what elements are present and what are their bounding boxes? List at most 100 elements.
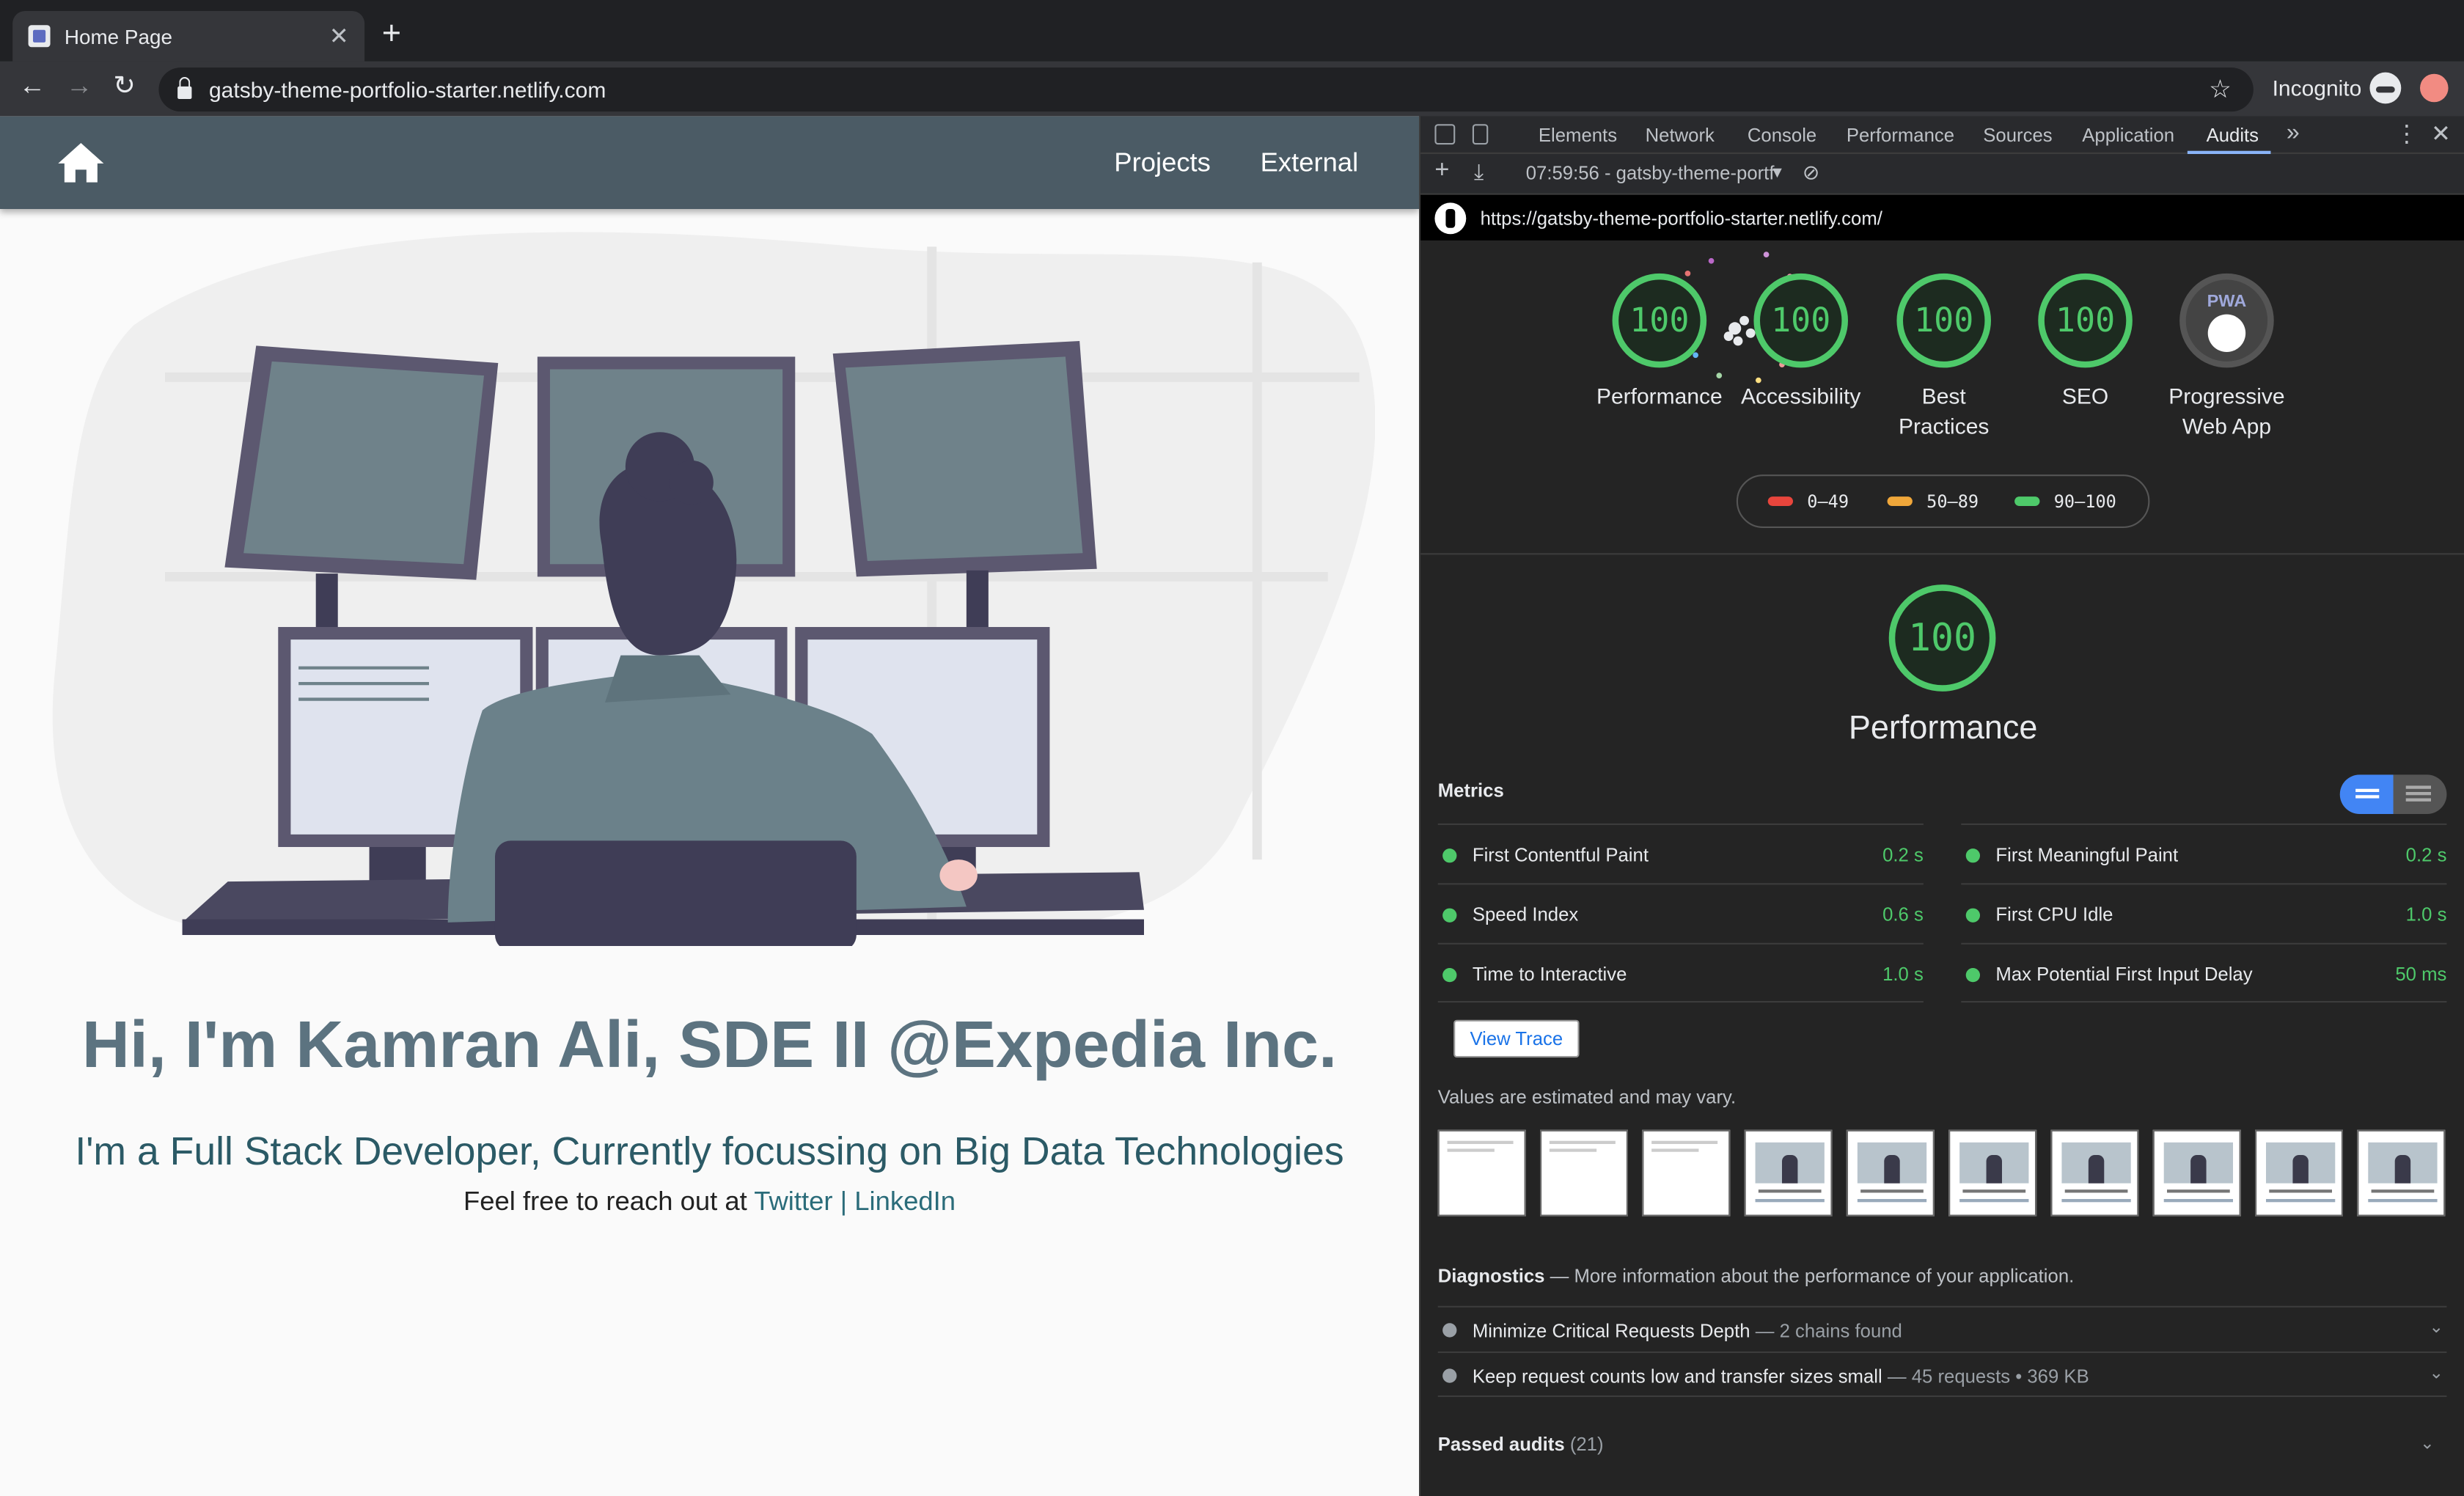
filmstrip-frame	[1540, 1129, 1628, 1217]
tab-elements[interactable]: Elements	[1539, 124, 1617, 146]
legend-fail: 0–49	[1767, 492, 1849, 513]
chevron-down-icon[interactable]: ⌄	[2420, 1433, 2435, 1453]
gauge-pwa-badge: PWA	[2179, 273, 2274, 368]
twitter-link[interactable]: Twitter	[754, 1187, 832, 1217]
more-tabs-icon[interactable]: »	[2287, 120, 2300, 146]
gauge-best-practices-score: 100	[1896, 273, 1991, 368]
metric-row[interactable]: Time to Interactive 1.0 s	[1437, 942, 1924, 1003]
metric-row[interactable]: Speed Index 0.6 s	[1437, 883, 1924, 942]
gauge-seo-label: SEO	[2061, 383, 2109, 409]
diagnostic-text: Keep request counts low and transfer siz…	[1473, 1365, 2089, 1387]
metric-row[interactable]: Max Potential First Input Delay 50 ms	[1961, 942, 2447, 1003]
incognito-label: Incognito	[2272, 75, 2362, 101]
metric-row[interactable]: First CPU Idle 1.0 s	[1961, 883, 2447, 942]
browser-toolbar: ← → ↻ gatsby-theme-portfolio-starter.net…	[0, 61, 2464, 117]
site-header: Projects External	[0, 116, 1419, 209]
tab-console[interactable]: Console	[1748, 124, 1816, 146]
category-score-gauge: 100	[1888, 584, 1996, 692]
diagnostic-summary: — 2 chains found	[1750, 1320, 1902, 1342]
diagnostics-heading: Diagnostics — More information about the…	[1438, 1265, 2075, 1287]
info-dot-icon	[1442, 1323, 1457, 1338]
tab-performance[interactable]: Performance	[1847, 124, 1954, 146]
dropdown-caret-icon[interactable]: ▼	[1770, 165, 1785, 183]
reload-icon[interactable]: ↻	[113, 70, 136, 102]
passed-audits-toggle[interactable]: Passed audits (21)	[1438, 1433, 1604, 1455]
score-legend: 0–49 50–89 90–100	[1736, 474, 2150, 528]
close-devtools-icon[interactable]: ✕	[2431, 120, 2451, 147]
nav-projects-link[interactable]: Projects	[1114, 147, 1211, 179]
browser-tab[interactable]: Home Page ✕	[12, 11, 365, 62]
tab-sources[interactable]: Sources	[1983, 124, 2052, 146]
hero-illustration	[52, 232, 1376, 946]
legend-average-swatch	[1887, 496, 1913, 506]
diagnostics-description: — More information about the performance…	[1544, 1265, 2075, 1287]
device-toolbar-icon[interactable]	[1472, 124, 1489, 145]
gauge-accessibility[interactable]: 100 Accessibility	[1730, 273, 1871, 412]
address-url[interactable]: gatsby-theme-portfolio-starter.netlify.c…	[209, 77, 606, 102]
gauge-best-practices-label: Best Practices	[1899, 383, 1990, 439]
gauge-performance[interactable]: 100 Performance	[1588, 273, 1730, 412]
diagnostic-name: Minimize Critical Requests Depth	[1472, 1320, 1750, 1342]
screen: Home Page ✕ + ← → ↻ gatsby-theme-portfol…	[0, 0, 2464, 1496]
report-selector[interactable]: 07:59:56 - gatsby-theme-portf	[1526, 162, 1775, 184]
score-gauges: 100 Performance 100 Accessibility 100 Be…	[1420, 273, 2464, 462]
extension-icon[interactable]	[2420, 73, 2449, 103]
incognito-icon[interactable]	[2369, 72, 2402, 104]
tab-application[interactable]: Application	[2082, 124, 2174, 146]
close-tab-icon[interactable]: ✕	[329, 22, 349, 50]
metric-value: 0.6 s	[1882, 903, 1924, 926]
download-report-icon[interactable]: ⤓	[1474, 158, 1484, 185]
pass-dot-icon	[1965, 908, 1980, 923]
diagnostic-row[interactable]: Minimize Critical Requests Depth — 2 cha…	[1437, 1305, 2447, 1352]
home-icon[interactable]	[56, 142, 105, 184]
compact-view-icon[interactable]	[2339, 774, 2394, 814]
gauge-seo-score: 100	[2038, 273, 2133, 368]
diagnostic-row[interactable]: Keep request counts low and transfer siz…	[1437, 1351, 2447, 1397]
back-arrow-icon[interactable]: ←	[19, 70, 45, 102]
metric-name: Max Potential First Input Delay	[1995, 963, 2253, 986]
legend-fail-swatch	[1767, 496, 1793, 506]
legend-pass-label: 90–100	[2053, 491, 2116, 513]
filmstrip-frame	[2152, 1129, 2241, 1217]
gauge-seo[interactable]: 100 SEO	[2014, 273, 2156, 412]
tab-network[interactable]: Network	[1646, 124, 1715, 146]
chevron-down-icon[interactable]: ⌄	[2429, 1317, 2443, 1338]
forward-arrow-icon[interactable]: →	[66, 70, 92, 102]
new-audit-icon[interactable]: +	[1434, 157, 1449, 186]
gauge-performance-score: 100	[1612, 273, 1707, 368]
address-bar[interactable]: gatsby-theme-portfolio-starter.netlify.c…	[158, 67, 2254, 112]
chevron-down-icon[interactable]: ⌄	[2429, 1363, 2443, 1383]
hero-heading: Hi, I'm Kamran Ali, SDE II @Expedia Inc.	[81, 1007, 1338, 1082]
category-title: Performance	[1848, 710, 2038, 747]
new-tab-button[interactable]: +	[382, 15, 401, 53]
devtools-tab-bar: Elements Network Console Performance Sou…	[1420, 116, 2464, 154]
metric-row[interactable]: First Meaningful Paint 0.2 s	[1961, 823, 2447, 883]
nav-external-link[interactable]: External	[1261, 147, 1359, 179]
gauge-pwa[interactable]: PWA Progressive Web App	[2156, 273, 2298, 441]
legend-pass-swatch	[2014, 496, 2040, 506]
metric-value: 50 ms	[2395, 963, 2447, 986]
passed-audits-count: (21)	[1569, 1433, 1604, 1456]
clear-reports-icon[interactable]: ⊘	[1803, 161, 1819, 186]
filmstrip-frame	[1642, 1129, 1731, 1217]
metric-value: 0.2 s	[1882, 843, 1924, 866]
audited-url[interactable]: https://gatsby-theme-portfolio-starter.n…	[1481, 207, 1882, 229]
diagnostic-text: Minimize Critical Requests Depth — 2 cha…	[1473, 1320, 1902, 1342]
legend-average-label: 50–89	[1926, 491, 1979, 513]
view-trace-button[interactable]: View Trace	[1453, 1019, 1580, 1058]
contact-line: Feel free to reach out at Twitter | Link…	[0, 1187, 1419, 1218]
inspect-element-icon[interactable]	[1434, 124, 1456, 145]
linkedin-link[interactable]: LinkedIn	[854, 1187, 956, 1217]
gauge-pwa-label: Progressive Web App	[2168, 383, 2285, 439]
filmstrip-frame	[1437, 1129, 1526, 1217]
section-divider	[1420, 553, 2464, 555]
gauge-best-practices[interactable]: 100 Best Practices	[1873, 273, 2014, 441]
metrics-view-toggle[interactable]	[2339, 774, 2447, 814]
devtools-menu-icon[interactable]: ⋮	[2395, 120, 2419, 147]
tab-audits[interactable]: Audits	[2207, 124, 2259, 146]
metric-name: First Meaningful Paint	[1995, 843, 2179, 866]
filmstrip-frame	[1846, 1129, 1935, 1217]
bookmark-star-icon[interactable]: ☆	[2209, 74, 2232, 106]
filmstrip-frame	[2255, 1129, 2343, 1217]
metric-row[interactable]: First Contentful Paint 0.2 s	[1437, 823, 1924, 883]
